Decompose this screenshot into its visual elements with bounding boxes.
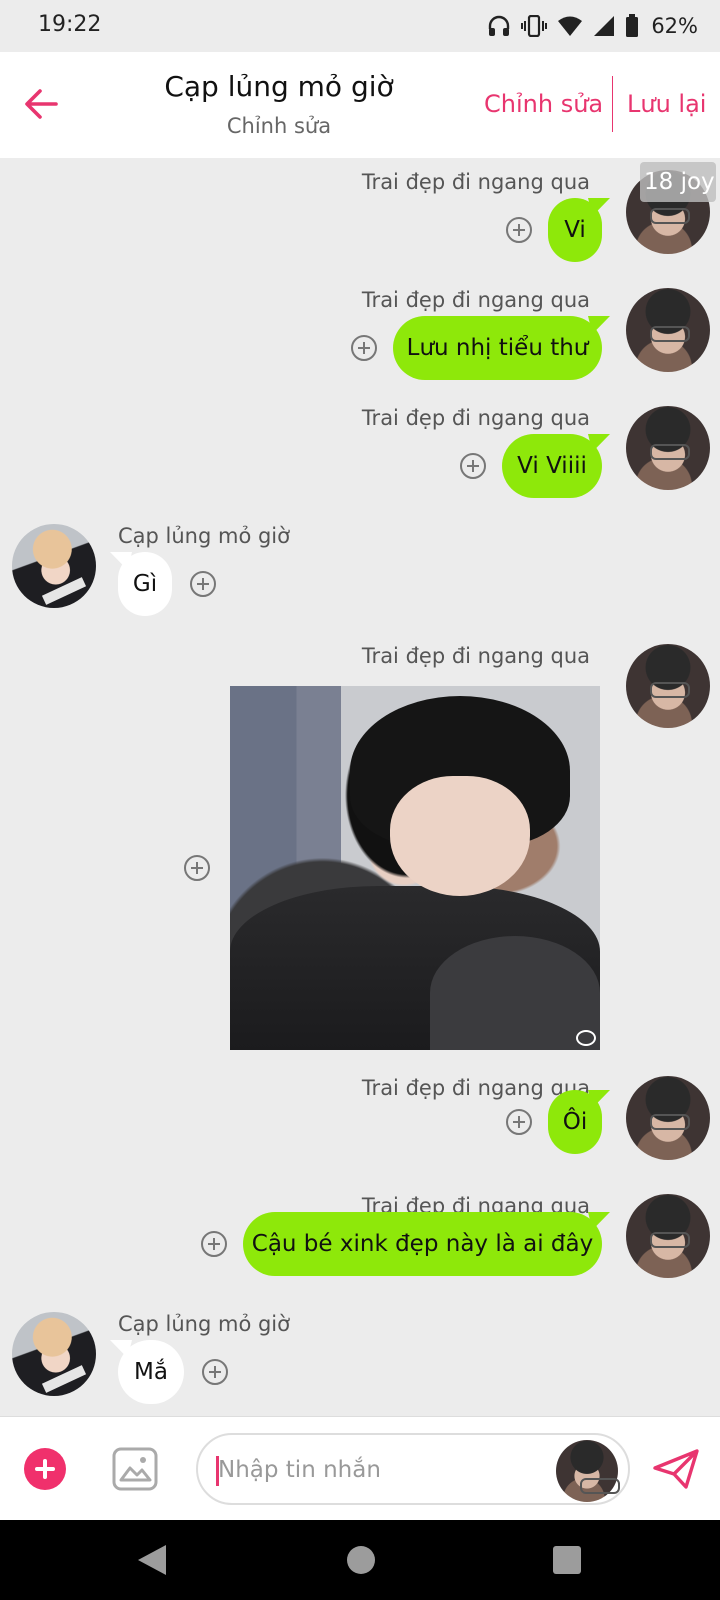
nav-recent-apps-icon[interactable]	[553, 1546, 581, 1574]
avatar[interactable]	[626, 288, 710, 372]
photo-content	[430, 936, 600, 1050]
nav-home-icon[interactable]	[347, 1546, 375, 1574]
badge: 18 joy	[640, 162, 716, 202]
avatar[interactable]	[626, 1076, 710, 1160]
add-reaction-button[interactable]	[201, 1231, 227, 1257]
status-icons: 62%	[487, 12, 698, 40]
send-icon	[653, 1449, 699, 1489]
message-sender: Trai đẹp đi ngang qua	[361, 644, 590, 668]
send-button[interactable]	[652, 1447, 700, 1491]
edit-button[interactable]: Chỉnh sửa	[484, 90, 603, 118]
message-bubble[interactable]: Mắ	[118, 1340, 184, 1404]
back-button[interactable]	[20, 82, 64, 126]
chat-messages[interactable]: 18 joy Trai đẹp đi ngang qua Vi Trai đẹp…	[0, 158, 720, 1416]
wifi-icon	[558, 16, 583, 36]
avatar[interactable]	[12, 524, 96, 608]
save-button[interactable]: Lưu lại	[627, 90, 706, 118]
add-reaction-button[interactable]	[506, 1109, 532, 1135]
add-attachment-button[interactable]	[24, 1448, 66, 1490]
avatar[interactable]	[626, 644, 710, 728]
message-bubble[interactable]: Cậu bé xink đẹp này là ai đây	[243, 1212, 602, 1276]
message-bubble[interactable]: Vi	[548, 198, 602, 262]
photo-content	[390, 776, 530, 896]
add-reaction-button[interactable]	[190, 571, 216, 597]
image-icon	[112, 1447, 158, 1491]
message-sender: Cạp lủng mỏ giờ	[118, 1312, 290, 1336]
add-reaction-button[interactable]	[460, 453, 486, 479]
add-reaction-button[interactable]	[184, 855, 210, 881]
status-bar: 19:22 62%	[0, 0, 720, 52]
chat-subtitle: Chỉnh sửa	[226, 114, 332, 138]
battery-percentage: 62%	[651, 14, 698, 38]
message-bubble[interactable]: Vi Viiii	[502, 434, 602, 498]
message-bubble[interactable]: Ôi	[548, 1090, 602, 1154]
back-arrow-icon	[25, 89, 58, 119]
message-sender: Trai đẹp đi ngang qua	[361, 170, 590, 194]
message-bubble[interactable]: Lưu nhị tiểu thư	[393, 316, 602, 380]
message-photo[interactable]	[230, 686, 600, 1050]
add-reaction-button[interactable]	[351, 335, 377, 361]
status-time: 19:22	[38, 12, 102, 37]
image-picker-button[interactable]	[112, 1447, 158, 1491]
add-reaction-button[interactable]	[506, 217, 532, 243]
message-input-bar: Nhập tin nhắn	[0, 1416, 720, 1520]
message-bubble[interactable]: Gì	[118, 552, 172, 616]
message-sender: Trai đẹp đi ngang qua	[361, 288, 590, 312]
sender-avatar-selector[interactable]	[556, 1440, 620, 1502]
chat-title: Cạp lủng mỏ giờ	[164, 70, 394, 103]
nav-back-icon[interactable]	[136, 1543, 168, 1577]
weibo-watermark-icon	[576, 1030, 596, 1046]
avatar[interactable]	[626, 406, 710, 490]
message-sender: Cạp lủng mỏ giờ	[118, 524, 290, 548]
message-input[interactable]: Nhập tin nhắn	[196, 1433, 630, 1505]
message-input-placeholder: Nhập tin nhắn	[218, 1457, 381, 1483]
add-reaction-button[interactable]	[202, 1359, 228, 1385]
avatar[interactable]	[626, 1194, 710, 1278]
system-nav-bar	[0, 1520, 720, 1600]
message-sender: Trai đẹp đi ngang qua	[361, 406, 590, 430]
header-divider	[612, 76, 613, 132]
chat-header: Cạp lủng mỏ giờ Chỉnh sửa Chỉnh sửa Lưu …	[0, 52, 720, 158]
vibrate-icon	[521, 15, 548, 37]
battery-icon	[626, 14, 639, 37]
headphones-icon	[489, 15, 510, 36]
signal-icon	[594, 16, 615, 36]
avatar[interactable]	[12, 1312, 96, 1396]
